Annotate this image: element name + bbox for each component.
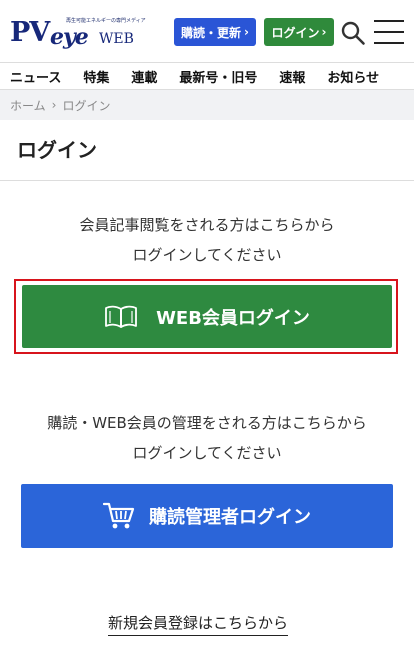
hamburger-menu-icon[interactable] xyxy=(374,18,404,46)
book-icon xyxy=(105,305,137,328)
chevron-right-icon: › xyxy=(321,25,327,39)
cart-icon xyxy=(103,502,135,529)
web-member-instruction-line2: ログインしてください xyxy=(132,246,282,264)
subscribe-button[interactable]: 購読・更新 › xyxy=(174,18,256,46)
subscription-admin-login-button[interactable]: 購読管理者ログイン xyxy=(21,484,393,548)
new-member-registration-link[interactable]: 新規会員登録はこちらから xyxy=(108,612,289,636)
logo-eye: eye xyxy=(50,24,89,50)
nav-item-notices[interactable]: お知らせ xyxy=(327,67,379,86)
breadcrumb-separator: › xyxy=(51,98,57,112)
breadcrumb-home[interactable]: ホーム xyxy=(10,97,46,114)
web-member-instruction-line1: 会員記事閲覧をされる方はこちらから xyxy=(79,216,335,234)
subscribe-button-label: 購読・更新 xyxy=(181,25,242,40)
search-icon[interactable] xyxy=(340,20,366,46)
main-nav: ニュース 特集 連載 最新号・旧号 速報 お知らせ xyxy=(0,62,414,90)
nav-item-issues[interactable]: 最新号・旧号 xyxy=(179,67,257,86)
breadcrumb-current: ログイン xyxy=(62,98,111,113)
logo-pv: PV xyxy=(10,17,50,48)
breadcrumb: ホーム › ログイン xyxy=(0,90,414,120)
manage-instruction-line1: 購読・WEB会員の管理をされる方はこちらから xyxy=(47,414,367,432)
nav-item-breaking[interactable]: 速報 xyxy=(279,67,305,86)
title-divider xyxy=(0,180,414,181)
manage-instruction-line2: ログインしてください xyxy=(132,444,282,462)
logo-tagline: 再生可能エネルギーの専門メディア xyxy=(66,18,146,24)
nav-item-series[interactable]: 連載 xyxy=(131,67,157,86)
nav-item-features[interactable]: 特集 xyxy=(83,67,109,86)
chevron-right-icon: › xyxy=(244,25,249,39)
site-logo[interactable]: 再生可能エネルギーの専門メディア PV eye WEB xyxy=(10,16,146,50)
web-member-login-label: WEB会員ログイン xyxy=(156,307,310,329)
logo-web: WEB xyxy=(99,31,134,47)
web-member-login-button[interactable]: WEB会員ログイン xyxy=(22,285,392,348)
page-title: ログイン xyxy=(17,138,97,162)
nav-item-news[interactable]: ニュース xyxy=(10,67,61,86)
subscription-admin-login-label: 購読管理者ログイン xyxy=(149,507,311,528)
header-login-button[interactable]: ログイン › xyxy=(264,18,334,46)
header-login-label: ログイン xyxy=(271,25,320,40)
site-header: 再生可能エネルギーの専門メディア PV eye WEB 購読・更新 › ログイン… xyxy=(0,0,414,62)
